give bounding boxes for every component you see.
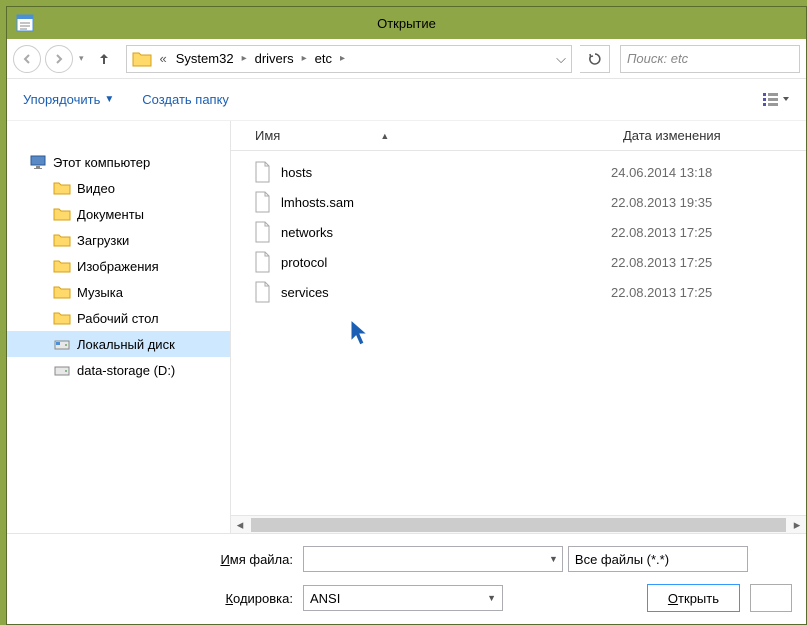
tree-videos[interactable]: Видео — [7, 175, 230, 201]
breadcrumb-item[interactable]: etc — [309, 47, 338, 70]
refresh-icon — [588, 52, 602, 66]
folder-icon — [53, 231, 71, 249]
tree-music[interactable]: Музыка — [7, 279, 230, 305]
search-placeholder: Поиск: etc — [627, 51, 688, 66]
horizontal-scrollbar[interactable]: ◂ ▸ — [231, 515, 806, 533]
folder-icon — [53, 257, 71, 275]
chevron-down-icon: ▼ — [104, 94, 114, 105]
file-item[interactable]: networks 22.08.2013 17:25 — [231, 217, 806, 247]
arrow-right-icon — [53, 53, 65, 65]
tree-local-disk[interactable]: Локальный диск — [7, 331, 230, 357]
tree-data-storage[interactable]: data-storage (D:) — [7, 357, 230, 383]
file-item[interactable]: lmhosts.sam 22.08.2013 19:35 — [231, 187, 806, 217]
arrow-left-icon — [21, 53, 33, 65]
search-input[interactable]: Поиск: etc — [620, 45, 800, 73]
body: Этот компьютер Видео Документы Загрузки … — [7, 121, 806, 533]
file-item[interactable]: protocol 22.08.2013 17:25 — [231, 247, 806, 277]
navigation-bar: ▾ « System32 ▸ drivers ▸ etc ▸ ⌵ Поиск: … — [7, 39, 806, 79]
folder-icon — [53, 179, 71, 197]
breadcrumb-item[interactable]: drivers — [249, 47, 300, 70]
file-item[interactable]: hosts 24.06.2014 13:18 — [231, 157, 806, 187]
titlebar[interactable]: Открытие — [7, 7, 806, 39]
open-dialog-window: Открытие ▾ « System32 ▸ drivers ▸ etc ▸ — [6, 6, 807, 625]
breadcrumb: « System32 ▸ drivers ▸ etc ▸ — [157, 47, 551, 70]
chevron-down-icon: ▼ — [487, 593, 496, 603]
back-button[interactable] — [13, 45, 41, 73]
drive-icon — [53, 361, 71, 379]
encoding-label: Кодировка: — [21, 591, 293, 606]
open-button[interactable]: Открыть — [647, 584, 740, 612]
arrow-up-icon — [96, 51, 112, 67]
refresh-button[interactable] — [580, 45, 610, 73]
tree-desktop[interactable]: Рабочий стол — [7, 305, 230, 331]
nav-history-dropdown[interactable]: ▾ — [77, 53, 86, 64]
new-folder-button[interactable]: Создать папку — [142, 92, 229, 107]
tree-this-pc[interactable]: Этот компьютер — [7, 149, 230, 175]
scroll-thumb[interactable] — [251, 518, 786, 532]
scroll-left-icon[interactable]: ◂ — [231, 517, 249, 533]
scroll-right-icon[interactable]: ▸ — [788, 517, 806, 533]
chevron-right-icon[interactable]: ▸ — [240, 53, 249, 64]
notepad-icon — [15, 13, 35, 33]
toolbar: Упорядочить ▼ Создать папку — [7, 79, 806, 121]
file-item[interactable]: services 22.08.2013 17:25 — [231, 277, 806, 307]
file-list-pane: Имя ▲ Дата изменения hosts 24.06.2014 13… — [231, 121, 806, 533]
folder-icon — [53, 309, 71, 327]
breadcrumb-overflow[interactable]: « — [157, 51, 170, 66]
window-title: Открытие — [377, 16, 436, 31]
computer-icon — [29, 153, 47, 171]
details-view-icon — [762, 91, 790, 109]
file-icon — [253, 221, 271, 243]
filename-input[interactable] — [303, 546, 563, 572]
file-icon — [253, 281, 271, 303]
up-button[interactable] — [90, 45, 118, 73]
tree-downloads[interactable]: Загрузки — [7, 227, 230, 253]
file-icon — [253, 161, 271, 183]
breadcrumb-item[interactable]: System32 — [170, 47, 240, 70]
view-options-button[interactable] — [762, 91, 790, 109]
tree-pictures[interactable]: Изображения — [7, 253, 230, 279]
folder-icon — [131, 48, 153, 70]
address-bar[interactable]: « System32 ▸ drivers ▸ etc ▸ ⌵ — [126, 45, 572, 73]
encoding-select[interactable]: ANSI ▼ — [303, 585, 503, 611]
file-list: hosts 24.06.2014 13:18 lmhosts.sam 22.08… — [231, 151, 806, 515]
drive-icon — [53, 335, 71, 353]
organize-button[interactable]: Упорядочить ▼ — [23, 92, 114, 107]
column-header-date[interactable]: Дата изменения — [611, 128, 806, 143]
folder-icon — [53, 283, 71, 301]
navigation-pane: Этот компьютер Видео Документы Загрузки … — [7, 121, 231, 533]
forward-button[interactable] — [45, 45, 73, 73]
column-header-name[interactable]: Имя ▲ — [231, 128, 611, 143]
column-headers: Имя ▲ Дата изменения — [231, 121, 806, 151]
file-type-filter[interactable]: Все файлы (*.*) — [568, 546, 748, 572]
cancel-button[interactable] — [750, 584, 792, 612]
folder-icon — [53, 205, 71, 223]
filename-label: Имя файла: — [21, 552, 293, 567]
file-icon — [253, 251, 271, 273]
chevron-right-icon[interactable]: ▸ — [338, 53, 347, 64]
sort-ascending-icon: ▲ — [380, 131, 389, 141]
chevron-right-icon[interactable]: ▸ — [300, 53, 309, 64]
file-icon — [253, 191, 271, 213]
tree-documents[interactable]: Документы — [7, 201, 230, 227]
address-dropdown[interactable]: ⌵ — [551, 51, 571, 67]
bottom-panel: Имя файла: ▼ Все файлы (*.*) Кодировка: … — [7, 533, 806, 624]
